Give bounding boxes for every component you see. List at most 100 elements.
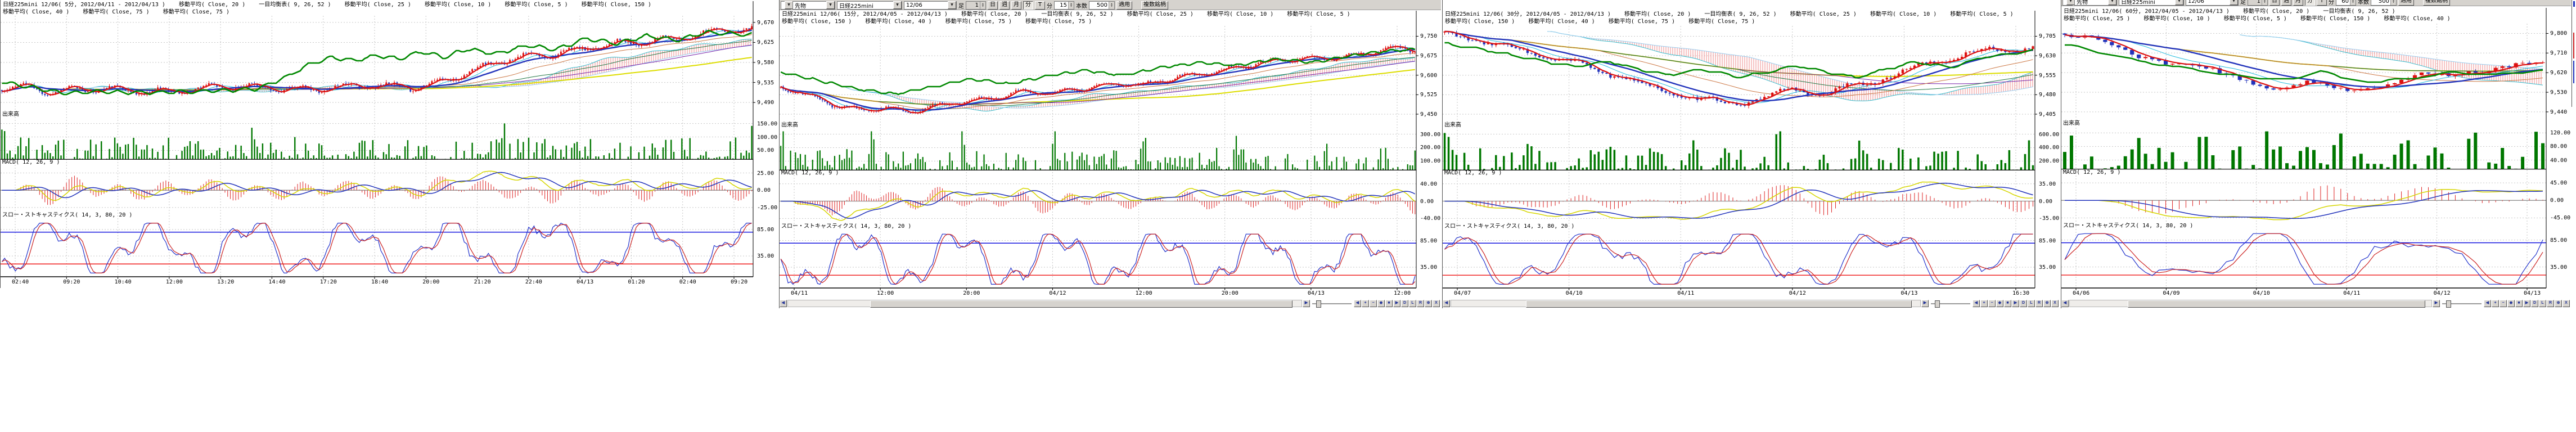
chart-control-button-9[interactable]: ⊕ [1425, 300, 1432, 307]
stoch-axis-label: 35.00 [2550, 264, 2567, 271]
time-axis-label: 14:40 [268, 279, 285, 285]
macd-section-label: MACD( 12, 26, 9 ) [2063, 169, 2120, 176]
time-axis-label: 16:30 [2012, 290, 2029, 296]
chart-control-button-1[interactable]: + [2492, 300, 2499, 307]
chart-plot[interactable] [1443, 0, 2038, 291]
macd-section-label: MACD( 12, 26, 9 ) [1444, 170, 1502, 177]
chart-plot[interactable] [2061, 0, 2549, 291]
macd-axis-label: -45.00 [2550, 215, 2570, 221]
chart-control-button-3[interactable]: ◆ [1996, 300, 2003, 307]
h-scrollbar-right[interactable]: ▶ [2433, 300, 2440, 307]
chart-control-button-8[interactable]: R [2547, 300, 2554, 307]
price-axis-label: 9,705 [2039, 33, 2056, 39]
h-scrollbar-left[interactable]: ◀ [1443, 300, 1450, 307]
chart-bottom-controls: ◀▶◀+−◆■▶DLR⊕X [2061, 299, 2570, 307]
time-axis-label: 02:40 [679, 279, 696, 285]
chart-control-button-9[interactable]: ⊕ [2043, 300, 2051, 307]
price-axis-label: 9,670 [757, 20, 774, 26]
chart-control-button-0[interactable]: ◀ [1354, 300, 1361, 307]
time-axis-label: 04/12 [2434, 290, 2451, 296]
time-axis-label: 04/13 [577, 279, 593, 285]
chart-control-button-2[interactable]: − [1988, 300, 1996, 307]
chart-control-button-1[interactable]: + [1980, 300, 1988, 307]
h-scrollbar-right[interactable]: ▶ [1303, 300, 1310, 307]
chart-control-button-6[interactable]: D [1401, 300, 1408, 307]
stoch-axis-label: 35.00 [757, 253, 774, 259]
chart-control-button-1[interactable]: + [1362, 300, 1369, 307]
h-scrollbar-track[interactable] [1451, 300, 1921, 307]
price-axis-label: 9,480 [2039, 92, 2056, 98]
macd-axis-label: 35.00 [2039, 181, 2056, 187]
chart-control-button-4[interactable]: ■ [2515, 300, 2523, 307]
chart-plot[interactable] [780, 0, 1419, 291]
volume-axis-label: 80.00 [2550, 143, 2567, 150]
macd-axis-label: -25.00 [757, 205, 777, 211]
time-axis-label: 04/06 [2073, 290, 2089, 296]
zoom-slider[interactable] [1931, 300, 1970, 307]
time-axis-label: 10:40 [115, 279, 132, 285]
price-axis-label: 9,490 [757, 100, 774, 106]
time-axis-label: 04/11 [791, 290, 808, 296]
zoom-slider-handle[interactable] [1316, 300, 1321, 308]
macd-axis-label: -35.00 [2039, 215, 2059, 222]
chart-control-button-7[interactable]: L [1409, 300, 1416, 307]
h-scrollbar-thumb[interactable] [1526, 300, 1912, 308]
chart-control-button-7[interactable]: L [2028, 300, 2035, 307]
chart-plot[interactable] [1, 0, 756, 280]
chart-control-button-5[interactable]: ▶ [2012, 300, 2019, 307]
chart-control-button-10[interactable]: X [1433, 300, 1440, 307]
chart-control-button-0[interactable]: ◀ [1972, 300, 1980, 307]
stoch-section-label: スロー・ストキャスティクス( 14, 3, 80, 20 ) [781, 223, 911, 230]
time-axis-label: 09:20 [731, 279, 747, 285]
chart-control-button-3[interactable]: ◆ [2507, 300, 2515, 307]
chart-control-button-9[interactable]: ⊕ [2555, 300, 2562, 307]
chart-control-button-8[interactable]: R [1417, 300, 1424, 307]
chart-control-button-7[interactable]: L [2539, 300, 2546, 307]
zoom-slider[interactable] [2442, 300, 2482, 307]
time-axis-label: 12:00 [1394, 290, 1411, 296]
clipped-candle-red [2573, 33, 2574, 58]
volume-section-label: 出来高 [1444, 122, 1461, 129]
zoom-slider-handle[interactable] [1935, 300, 1940, 308]
chart-control-button-4[interactable]: ■ [2004, 300, 2011, 307]
h-scrollbar-left[interactable]: ◀ [780, 300, 787, 307]
chart-control-button-0[interactable]: ◀ [2484, 300, 2491, 307]
chart-control-button-3[interactable]: ◆ [1377, 300, 1385, 307]
h-scrollbar-track[interactable] [2069, 300, 2432, 307]
zoom-slider-handle[interactable] [2446, 300, 2451, 308]
volume-axis-label: 200.00 [1420, 145, 1440, 151]
volume-axis-label: 200.00 [2039, 158, 2059, 164]
h-scrollbar-right[interactable]: ▶ [1921, 300, 1929, 307]
time-axis-label: 04/10 [1566, 290, 1583, 296]
h-scrollbar-left[interactable]: ◀ [2061, 300, 2069, 307]
time-axis-label: 17:20 [320, 279, 337, 285]
price-axis-label: 9,440 [2550, 109, 2567, 115]
macd-axis-label: 45.00 [2550, 180, 2567, 186]
chart-control-button-5[interactable]: ▶ [2523, 300, 2530, 307]
chart-panel-3: 日経225mini 12/06( 30分, 2012/04/05 - 2012/… [1442, 0, 2060, 308]
chart-control-button-10[interactable]: X [2051, 300, 2059, 307]
chart-control-button-2[interactable]: − [2500, 300, 2507, 307]
chart-control-button-2[interactable]: − [1370, 300, 1377, 307]
macd-axis-label: 40.00 [1420, 181, 1437, 187]
time-axis-label: 04/13 [1308, 290, 1325, 296]
volume-axis-label: 600.00 [2039, 132, 2059, 138]
chart-control-button-8[interactable]: R [2035, 300, 2043, 307]
h-scrollbar-thumb[interactable] [870, 300, 1292, 308]
chart-control-button-6[interactable]: D [2531, 300, 2538, 307]
price-axis-label: 9,750 [1420, 33, 1437, 39]
volume-axis-label: 40.00 [2550, 158, 2567, 164]
chart-control-button-4[interactable]: ■ [1385, 300, 1393, 307]
volume-axis-label: 100.00 [757, 134, 777, 141]
zoom-slider[interactable] [1312, 300, 1352, 307]
chart-control-button-6[interactable]: D [2020, 300, 2027, 307]
h-scrollbar-track[interactable] [787, 300, 1302, 307]
time-axis-label: 18:40 [371, 279, 388, 285]
clipped-candle-blue [2573, 1, 2575, 7]
price-axis-label: 9,630 [2039, 53, 2056, 59]
time-axis-label: 02:40 [12, 279, 29, 285]
chart-control-button-5[interactable]: ▶ [1393, 300, 1400, 307]
chart-control-button-10[interactable]: X [2563, 300, 2570, 307]
h-scrollbar-thumb[interactable] [2128, 300, 2425, 308]
time-axis-label: 04/10 [2253, 290, 2270, 296]
